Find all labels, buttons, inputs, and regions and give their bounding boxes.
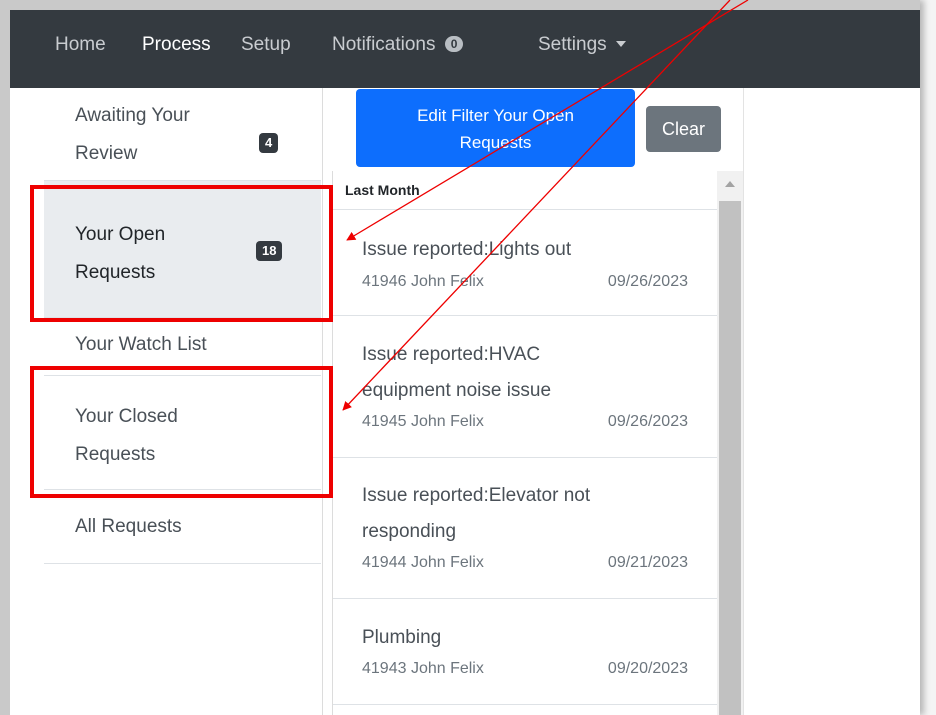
- arrow-to-closed-requests: [342, 0, 731, 411]
- annotation-arrows: [342, 0, 749, 411]
- screenshot-frame: Home Process Setup Notifications 0 Setti…: [0, 0, 920, 715]
- arrow-to-open-requests: [346, 0, 749, 241]
